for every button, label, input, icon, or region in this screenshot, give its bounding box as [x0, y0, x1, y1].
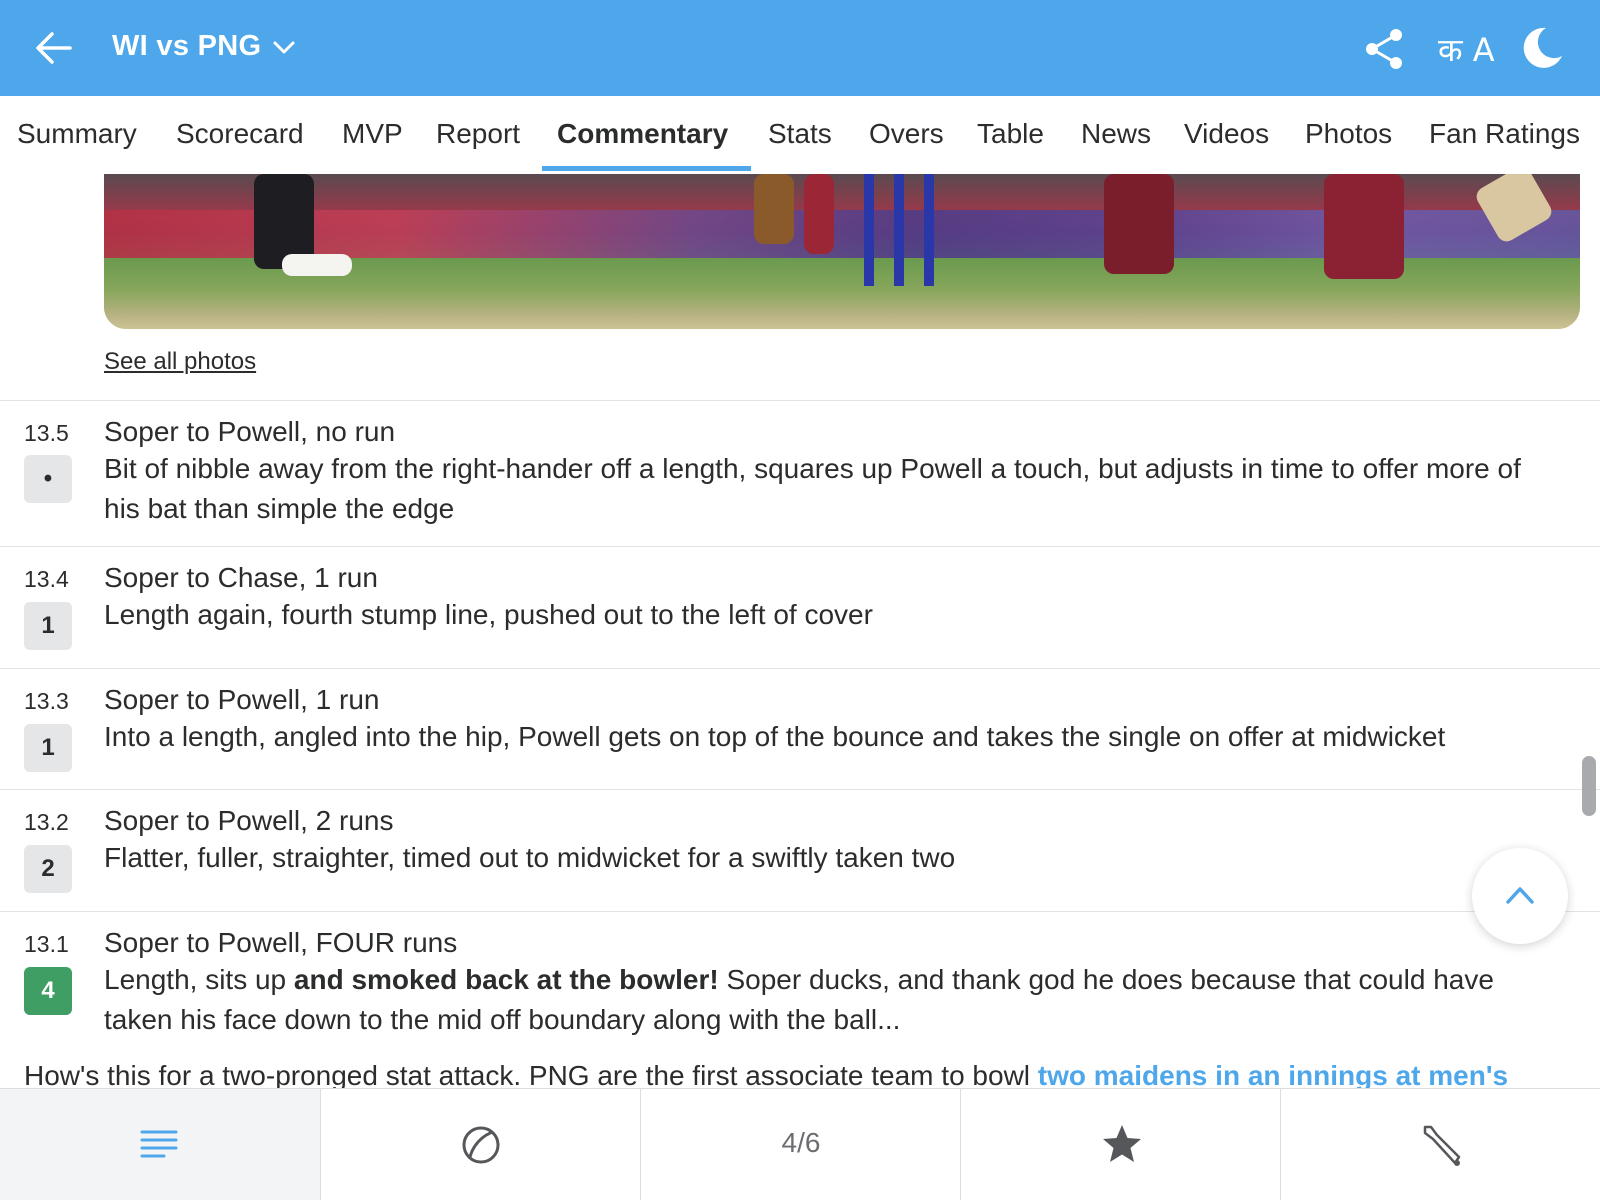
match-title[interactable]: WI vs PNG — [112, 30, 261, 63]
tab-fan-ratings[interactable]: Fan Ratings — [1429, 118, 1580, 150]
match-photo[interactable] — [104, 174, 1580, 329]
tab-photos[interactable]: Photos — [1305, 118, 1392, 150]
commentary-text: Length again, fourth stump line, pushed … — [104, 599, 873, 630]
tab-scorecard[interactable]: Scorecard — [176, 118, 304, 150]
commentary-headline: Soper to Powell, 1 run — [104, 684, 380, 715]
commentary-headline: Soper to Chase, 1 run — [104, 562, 378, 593]
menu-icon — [140, 1130, 178, 1158]
divider — [0, 789, 1600, 790]
language-icon[interactable]: क A — [1438, 28, 1495, 71]
next-commentary-preview: How's this for a two-pronged stat attack… — [24, 1060, 1564, 1090]
ball-result-badge: 2 — [24, 845, 72, 893]
commentary-headline: Soper to Powell, no run — [104, 416, 396, 447]
divider — [0, 668, 1600, 669]
over-number: 13.3 — [24, 688, 69, 714]
active-tab-indicator — [542, 166, 751, 171]
commentary-text: Length, sits up and smoked back at the b… — [104, 960, 1564, 1040]
ball-result-badge: 1 — [24, 724, 72, 772]
divider — [0, 546, 1600, 547]
ball-by-ball-button[interactable] — [320, 1089, 640, 1200]
scrollbar-thumb[interactable] — [1582, 756, 1596, 816]
stump — [864, 174, 874, 286]
match-tabs: Summary Scorecard MVP Report Commentary … — [0, 96, 1600, 174]
menu-button[interactable] — [0, 1089, 320, 1200]
tab-commentary[interactable]: Commentary — [557, 118, 728, 150]
tab-mvp[interactable]: MVP — [342, 118, 403, 150]
bat-icon — [1423, 1125, 1461, 1166]
commentary-headline: Soper to Powell, 2 runs — [104, 805, 394, 836]
tab-news[interactable]: News — [1081, 118, 1151, 150]
page-indicator: 4/6 — [781, 1127, 821, 1158]
stump — [924, 174, 934, 286]
commentary-headline: Soper to Powell, FOUR runs — [104, 927, 458, 958]
tab-report[interactable]: Report — [436, 118, 520, 150]
preview-text: How's this for a two-pronged stat attack… — [24, 1060, 1038, 1090]
star-icon — [1103, 1125, 1141, 1162]
app-header: WI vs PNG क A — [0, 0, 1600, 96]
ball-result-badge: • — [24, 455, 72, 503]
bottom-navigation: 4/6 — [0, 1088, 1600, 1200]
over-number: 13.2 — [24, 809, 69, 835]
chevron-down-icon[interactable] — [272, 38, 296, 58]
chevron-up-icon — [1506, 887, 1534, 904]
batter-pad — [1104, 174, 1174, 274]
tab-overs[interactable]: Overs — [869, 118, 944, 150]
ball-icon — [462, 1126, 500, 1164]
tab-summary[interactable]: Summary — [17, 118, 137, 150]
divider — [0, 400, 1600, 401]
commentary-text: Bit of nibble away from the right-hander… — [104, 453, 1521, 524]
player-shoe — [282, 254, 352, 276]
batting-button[interactable] — [1280, 1089, 1600, 1200]
over-number: 13.1 — [24, 931, 69, 957]
player-leg — [804, 174, 834, 254]
tab-stats[interactable]: Stats — [768, 118, 832, 150]
tab-table[interactable]: Table — [977, 118, 1044, 150]
tab-videos[interactable]: Videos — [1184, 118, 1269, 150]
moon-icon[interactable] — [1522, 26, 1564, 68]
over-number: 13.5 — [24, 420, 69, 446]
text-part: Length, sits up — [104, 964, 294, 995]
page-indicator-cell[interactable]: 4/6 — [640, 1089, 960, 1200]
commentary-text: Into a length, angled into the hip, Powe… — [104, 721, 1446, 752]
over-number: 13.4 — [24, 566, 69, 592]
batter-pad — [1324, 174, 1404, 279]
scroll-to-top-button[interactable] — [1472, 848, 1568, 944]
share-icon[interactable] — [1364, 28, 1404, 70]
favourite-button[interactable] — [960, 1089, 1280, 1200]
commentary-text: Flatter, fuller, straighter, timed out t… — [104, 842, 956, 873]
divider — [0, 911, 1600, 912]
ball-result-badge: 1 — [24, 602, 72, 650]
stump — [894, 174, 904, 286]
preview-link[interactable]: two maidens in an innings at men's — [1038, 1060, 1508, 1090]
text-emphasis: and smoked back at the bowler! — [293, 964, 719, 995]
see-all-photos-link[interactable]: See all photos — [104, 348, 256, 376]
player-leg — [754, 174, 794, 244]
ball-result-badge-four: 4 — [24, 967, 72, 1015]
back-arrow-icon[interactable] — [34, 28, 74, 68]
